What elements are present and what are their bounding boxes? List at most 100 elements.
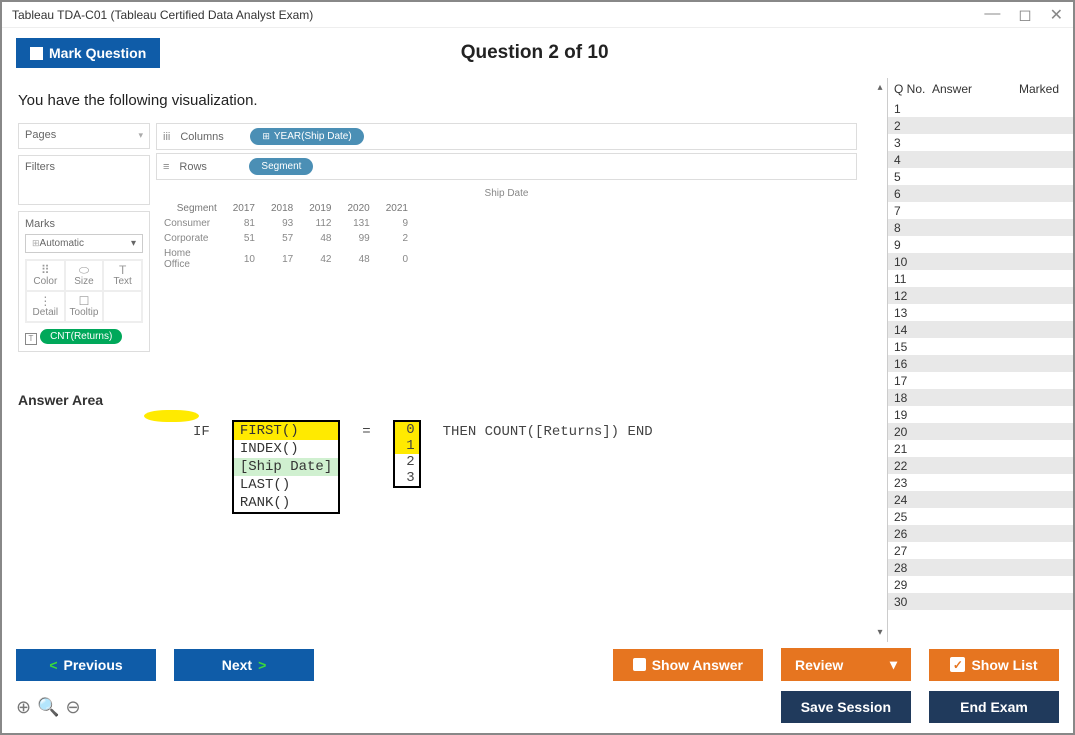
- mark-question-label: Mark Question: [49, 45, 146, 61]
- crosstab-view: Ship Date Segment20172018201920202021Con…: [156, 188, 857, 272]
- qlist-row[interactable]: 25: [888, 508, 1073, 525]
- qlist-row[interactable]: 18: [888, 389, 1073, 406]
- chevron-left-icon: <: [49, 657, 57, 673]
- qlist-row[interactable]: 3: [888, 134, 1073, 151]
- next-button[interactable]: Next >: [174, 649, 314, 681]
- question-prompt: You have the following visualization.: [18, 92, 857, 109]
- qlist-row[interactable]: 10: [888, 253, 1073, 270]
- mark-question-button[interactable]: Mark Question: [16, 38, 160, 68]
- maximize-icon[interactable]: ◻: [1018, 5, 1031, 25]
- highlight-mark: [144, 410, 199, 422]
- rows-icon: ≡: [163, 161, 169, 173]
- columns-icon: iii: [163, 131, 170, 143]
- qlist-row[interactable]: 11: [888, 270, 1073, 287]
- formula-row: IF FIRST()INDEX()[Ship Date]LAST()RANK()…: [18, 420, 857, 514]
- qlist-row[interactable]: 14: [888, 321, 1073, 338]
- content-scroll[interactable]: ▴ ▾: [873, 78, 887, 642]
- rows-pill[interactable]: Segment: [249, 158, 313, 175]
- function-dropdown[interactable]: FIRST()INDEX()[Ship Date]LAST()RANK(): [232, 420, 340, 514]
- close-icon[interactable]: ✕: [1050, 5, 1063, 25]
- qlist-row[interactable]: 26: [888, 525, 1073, 542]
- qlist-row[interactable]: 1: [888, 100, 1073, 117]
- minimize-icon[interactable]: —: [984, 5, 1000, 25]
- qlist-row[interactable]: 28: [888, 559, 1073, 576]
- answer-area-label: Answer Area: [18, 392, 857, 408]
- chevron-right-icon: >: [258, 657, 266, 673]
- if-keyword: IF: [193, 420, 210, 440]
- qlist-row[interactable]: 17: [888, 372, 1073, 389]
- list-item[interactable]: FIRST(): [234, 422, 338, 440]
- qlist-row[interactable]: 2: [888, 117, 1073, 134]
- list-item[interactable]: RANK(): [234, 494, 338, 512]
- scroll-up-icon[interactable]: ▴: [873, 82, 887, 93]
- window-title: Tableau TDA-C01 (Tableau Certified Data …: [12, 8, 313, 22]
- qlist-row[interactable]: 15: [888, 338, 1073, 355]
- list-item[interactable]: 3: [395, 470, 419, 486]
- previous-button[interactable]: < Previous: [16, 649, 156, 681]
- qlist-row[interactable]: 27: [888, 542, 1073, 559]
- question-list-panel: Q No. Answer Marked 12345678910111213141…: [887, 78, 1073, 642]
- qlist-row[interactable]: 13: [888, 304, 1073, 321]
- marks-size[interactable]: ⬭Size: [65, 260, 104, 291]
- qlist-row[interactable]: 21: [888, 440, 1073, 457]
- qlist-row[interactable]: 8: [888, 219, 1073, 236]
- review-button[interactable]: Review ▾: [781, 648, 911, 681]
- qlist-header-answer: Answer: [932, 82, 1002, 96]
- qlist-row[interactable]: 4: [888, 151, 1073, 168]
- list-item[interactable]: 2: [395, 454, 419, 470]
- qlist-row[interactable]: 7: [888, 202, 1073, 219]
- question-content: You have the following visualization. Pa…: [2, 78, 873, 642]
- list-item[interactable]: 1: [395, 438, 419, 454]
- list-item[interactable]: [Ship Date]: [234, 458, 338, 476]
- columns-shelf: iii Columns ⊞YEAR(Ship Date): [156, 123, 857, 150]
- marks-shelf: Marks ⊞ Automatic ▾ ⠿Color ⬭Size TText ⋮…: [18, 211, 150, 352]
- zoom-in-icon[interactable]: ⊕: [16, 697, 31, 718]
- qlist-row[interactable]: 16: [888, 355, 1073, 372]
- show-list-button[interactable]: ✓ Show List: [929, 649, 1059, 681]
- checkbox-checked-icon: ✓: [950, 657, 965, 672]
- list-item[interactable]: LAST(): [234, 476, 338, 494]
- list-item[interactable]: INDEX(): [234, 440, 338, 458]
- qlist-row[interactable]: 6: [888, 185, 1073, 202]
- qlist-row[interactable]: 29: [888, 576, 1073, 593]
- table-row: Consumer81931121319: [156, 216, 416, 231]
- checkbox-icon: [30, 47, 43, 60]
- qlist-row[interactable]: 24: [888, 491, 1073, 508]
- chevron-down-icon: ▾: [131, 238, 136, 249]
- footer: < Previous Next > Show Answer Review ▾ ✓…: [2, 642, 1073, 733]
- checkbox-icon: [633, 658, 646, 671]
- rows-shelf: ≡ Rows Segment: [156, 153, 857, 180]
- scroll-down-icon[interactable]: ▾: [873, 627, 887, 638]
- marks-color[interactable]: ⠿Color: [26, 260, 65, 291]
- number-dropdown[interactable]: 0123: [393, 420, 421, 488]
- title-bar: Tableau TDA-C01 (Tableau Certified Data …: [2, 2, 1073, 28]
- end-exam-button[interactable]: End Exam: [929, 691, 1059, 723]
- qlist-row[interactable]: 30: [888, 593, 1073, 610]
- columns-pill[interactable]: ⊞YEAR(Ship Date): [250, 128, 363, 145]
- qlist-row[interactable]: 23: [888, 474, 1073, 491]
- save-session-button[interactable]: Save Session: [781, 691, 911, 723]
- chevron-down-icon[interactable]: ▾: [138, 130, 143, 141]
- show-answer-button[interactable]: Show Answer: [613, 649, 763, 681]
- marks-type-dropdown[interactable]: ⊞ Automatic ▾: [25, 234, 143, 253]
- qlist-row[interactable]: 19: [888, 406, 1073, 423]
- qlist-header-qno: Q No.: [894, 82, 932, 96]
- table-row: Corporate515748992: [156, 231, 416, 246]
- zoom-reset-icon[interactable]: 🔍: [37, 697, 59, 718]
- qlist-row[interactable]: 20: [888, 423, 1073, 440]
- qlist-row[interactable]: 22: [888, 457, 1073, 474]
- list-item[interactable]: 0: [395, 422, 419, 438]
- equals-sign: =: [362, 420, 370, 440]
- qlist-row[interactable]: 12: [888, 287, 1073, 304]
- marks-detail[interactable]: ⋮Detail: [26, 291, 65, 322]
- qlist-header-marked: Marked: [1002, 82, 1067, 96]
- pages-shelf: Pages ▾: [18, 123, 150, 149]
- formula-tail: THEN COUNT([Returns]) END: [443, 420, 653, 440]
- header-row: Mark Question Question 2 of 10: [2, 28, 1073, 78]
- qlist-row[interactable]: 9: [888, 236, 1073, 253]
- marks-text[interactable]: TText: [103, 260, 142, 291]
- zoom-out-icon[interactable]: ⊖: [66, 697, 81, 718]
- marks-tooltip[interactable]: ☐Tooltip: [65, 291, 104, 322]
- qlist-row[interactable]: 5: [888, 168, 1073, 185]
- cnt-returns-pill[interactable]: T CNT(Returns): [25, 323, 143, 345]
